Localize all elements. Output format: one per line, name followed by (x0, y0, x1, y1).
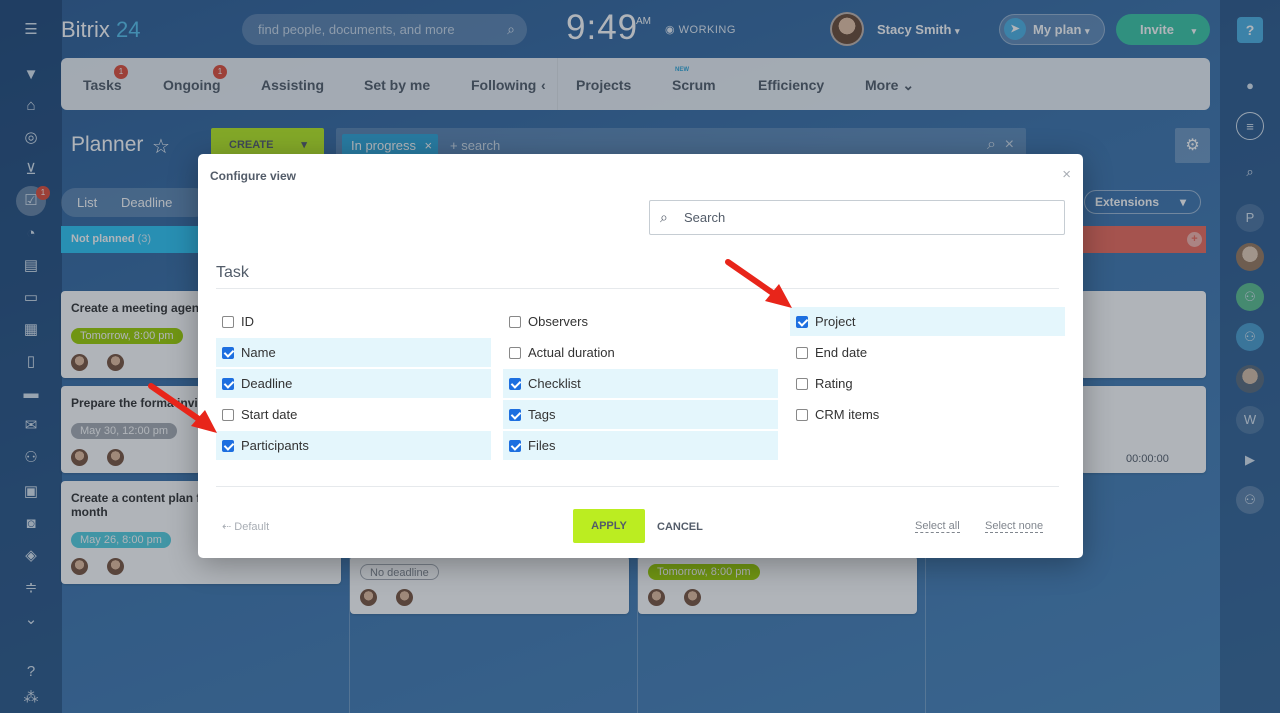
section-title: Task (216, 264, 249, 281)
option-id[interactable]: ID (216, 307, 491, 336)
search-icon: ⌕ (660, 209, 668, 225)
checkbox[interactable] (796, 409, 808, 421)
divider (216, 486, 1059, 487)
checkbox[interactable] (222, 347, 234, 359)
select-all-link[interactable]: Select all (915, 520, 960, 533)
checkbox[interactable] (509, 316, 521, 328)
cancel-button[interactable]: CANCEL (657, 521, 703, 533)
annotation-arrow-icon (725, 259, 792, 308)
option-crm-items[interactable]: CRM items (790, 400, 1065, 429)
checkbox[interactable] (509, 440, 521, 452)
apply-button[interactable]: APPLY (573, 509, 645, 543)
annotation-arrow-icon (148, 383, 217, 433)
select-none-link[interactable]: Select none (985, 520, 1044, 533)
checkbox[interactable] (796, 347, 808, 359)
checkbox[interactable] (509, 347, 521, 359)
option-files[interactable]: Files (503, 431, 778, 460)
checkbox[interactable] (509, 378, 521, 390)
checkbox[interactable] (222, 316, 234, 328)
search-input[interactable]: ⌕ Search (649, 200, 1065, 235)
option-actual-duration[interactable]: Actual duration (503, 338, 778, 367)
close-icon[interactable]: × (1062, 166, 1071, 183)
checkbox[interactable] (509, 409, 521, 421)
option-deadline[interactable]: Deadline (216, 369, 491, 398)
option-start-date[interactable]: Start date (216, 400, 491, 429)
option-participants[interactable]: Participants (216, 431, 491, 460)
checkbox[interactable] (796, 378, 808, 390)
option-checklist[interactable]: Checklist (503, 369, 778, 398)
option-tags[interactable]: Tags (503, 400, 778, 429)
option-name[interactable]: Name (216, 338, 491, 367)
divider (216, 288, 1059, 289)
checkbox[interactable] (222, 440, 234, 452)
default-button[interactable]: ⇠ Default (222, 520, 269, 533)
checkbox[interactable] (796, 316, 808, 328)
option-end-date[interactable]: End date (790, 338, 1065, 367)
configure-view-dialog: Configure view × ⌕ Search Task ID Name D… (198, 154, 1083, 558)
dialog-title: Configure view (210, 169, 297, 183)
option-rating[interactable]: Rating (790, 369, 1065, 398)
option-project[interactable]: Project (790, 307, 1065, 336)
